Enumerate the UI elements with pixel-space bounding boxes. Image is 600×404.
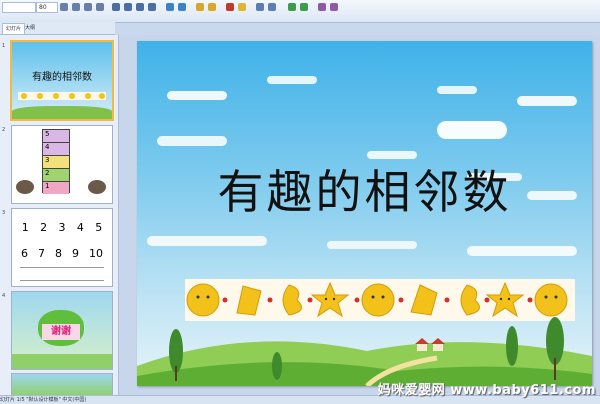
- thumb-stack-row: 1: [43, 182, 69, 194]
- numbering-button[interactable]: [178, 3, 186, 11]
- slide-number: 1: [2, 43, 6, 49]
- cloud: [327, 241, 417, 249]
- slide-thumbnail-4[interactable]: 谢谢: [11, 291, 113, 370]
- thumb-number: 3: [58, 221, 66, 234]
- font-size-box[interactable]: 80: [36, 2, 58, 13]
- thumb-number: 5: [95, 221, 103, 234]
- thumb-title: 有趣的相邻数: [32, 72, 92, 83]
- slide-thumbnail-2[interactable]: 5 4 3 2 1: [11, 125, 113, 204]
- slide-number: 3: [2, 210, 6, 216]
- thumb-stack: 5 4 3 2 1: [42, 129, 70, 194]
- slide-title[interactable]: 有趣的相邻数: [137, 156, 592, 222]
- thumb-number: 9: [72, 247, 79, 260]
- ribbon-toolbar: 80: [0, 0, 600, 23]
- align-center-button[interactable]: [124, 3, 132, 11]
- thumb-number: 2: [40, 221, 48, 234]
- thumb-stack-row: 2: [43, 169, 69, 182]
- thumb-number-row: 12345: [16, 221, 108, 234]
- panel-tabs: 幻灯片 大纲: [0, 22, 115, 35]
- hedgehog-icon: [16, 180, 34, 194]
- slide-thumbnail-1[interactable]: 有趣的相邻数: [10, 40, 114, 121]
- new-slide-button[interactable]: [196, 3, 204, 11]
- align-right-button[interactable]: [136, 3, 144, 11]
- layout-button[interactable]: [208, 3, 216, 11]
- thumb-number: 6: [21, 247, 28, 260]
- cloud: [437, 86, 477, 94]
- slide-editor: 有趣的相邻数: [119, 35, 600, 395]
- thumb-stack-row: 3: [43, 156, 69, 169]
- thumb-stack-row: 4: [43, 143, 69, 156]
- cloud: [467, 246, 577, 256]
- thumb-thanks: 谢谢: [42, 324, 80, 340]
- hedgehog-icon: [88, 180, 106, 194]
- align-left-button[interactable]: [112, 3, 120, 11]
- italic-button[interactable]: [72, 3, 80, 11]
- slide-thumbnail-5[interactable]: [11, 373, 113, 395]
- tab-outline[interactable]: 大纲: [22, 23, 38, 33]
- thumb-number: 10: [89, 247, 103, 260]
- cloud: [147, 236, 267, 246]
- bullets-button[interactable]: [166, 3, 174, 11]
- picture-button[interactable]: [288, 3, 296, 11]
- fill-color-button[interactable]: [238, 3, 246, 11]
- cloud: [517, 96, 577, 106]
- shadow-button[interactable]: [96, 3, 104, 11]
- font-name-box[interactable]: [2, 2, 36, 13]
- thumb-number: 7: [38, 247, 45, 260]
- thumb-number-row: 6 7 8 9 10: [16, 247, 108, 260]
- slide-number: 4: [2, 293, 6, 299]
- replace-button[interactable]: [330, 3, 338, 11]
- landscape-art: [137, 317, 592, 386]
- thumb-emoji-strip: [18, 92, 106, 100]
- slide-thumbnail-panel[interactable]: 1 有趣的相邻数 2 5 4 3 2 1 3 12345 678910: [0, 35, 119, 395]
- cloud: [267, 76, 317, 84]
- thumb-number: 8: [55, 247, 62, 260]
- watermark: 妈咪爱婴网 www.baby611.com: [377, 383, 596, 398]
- thumb-stack-row: 5: [43, 130, 69, 143]
- bold-button[interactable]: [60, 3, 68, 11]
- arrange-button[interactable]: [268, 3, 276, 11]
- justify-button[interactable]: [148, 3, 156, 11]
- font-color-button[interactable]: [226, 3, 234, 11]
- slide-thumbnail-3[interactable]: 12345 6 7 8 9 10: [11, 208, 113, 287]
- chart-button[interactable]: [300, 3, 308, 11]
- underline-button[interactable]: [84, 3, 92, 11]
- find-button[interactable]: [318, 3, 326, 11]
- cloud: [157, 136, 227, 146]
- cloud: [437, 121, 507, 139]
- cloud: [167, 91, 227, 100]
- shapes-button[interactable]: [256, 3, 264, 11]
- thumb-number: 4: [76, 221, 84, 234]
- slide-number: 2: [2, 127, 6, 133]
- slide-canvas[interactable]: 有趣的相邻数: [137, 41, 592, 386]
- thumb-number: 1: [21, 221, 29, 234]
